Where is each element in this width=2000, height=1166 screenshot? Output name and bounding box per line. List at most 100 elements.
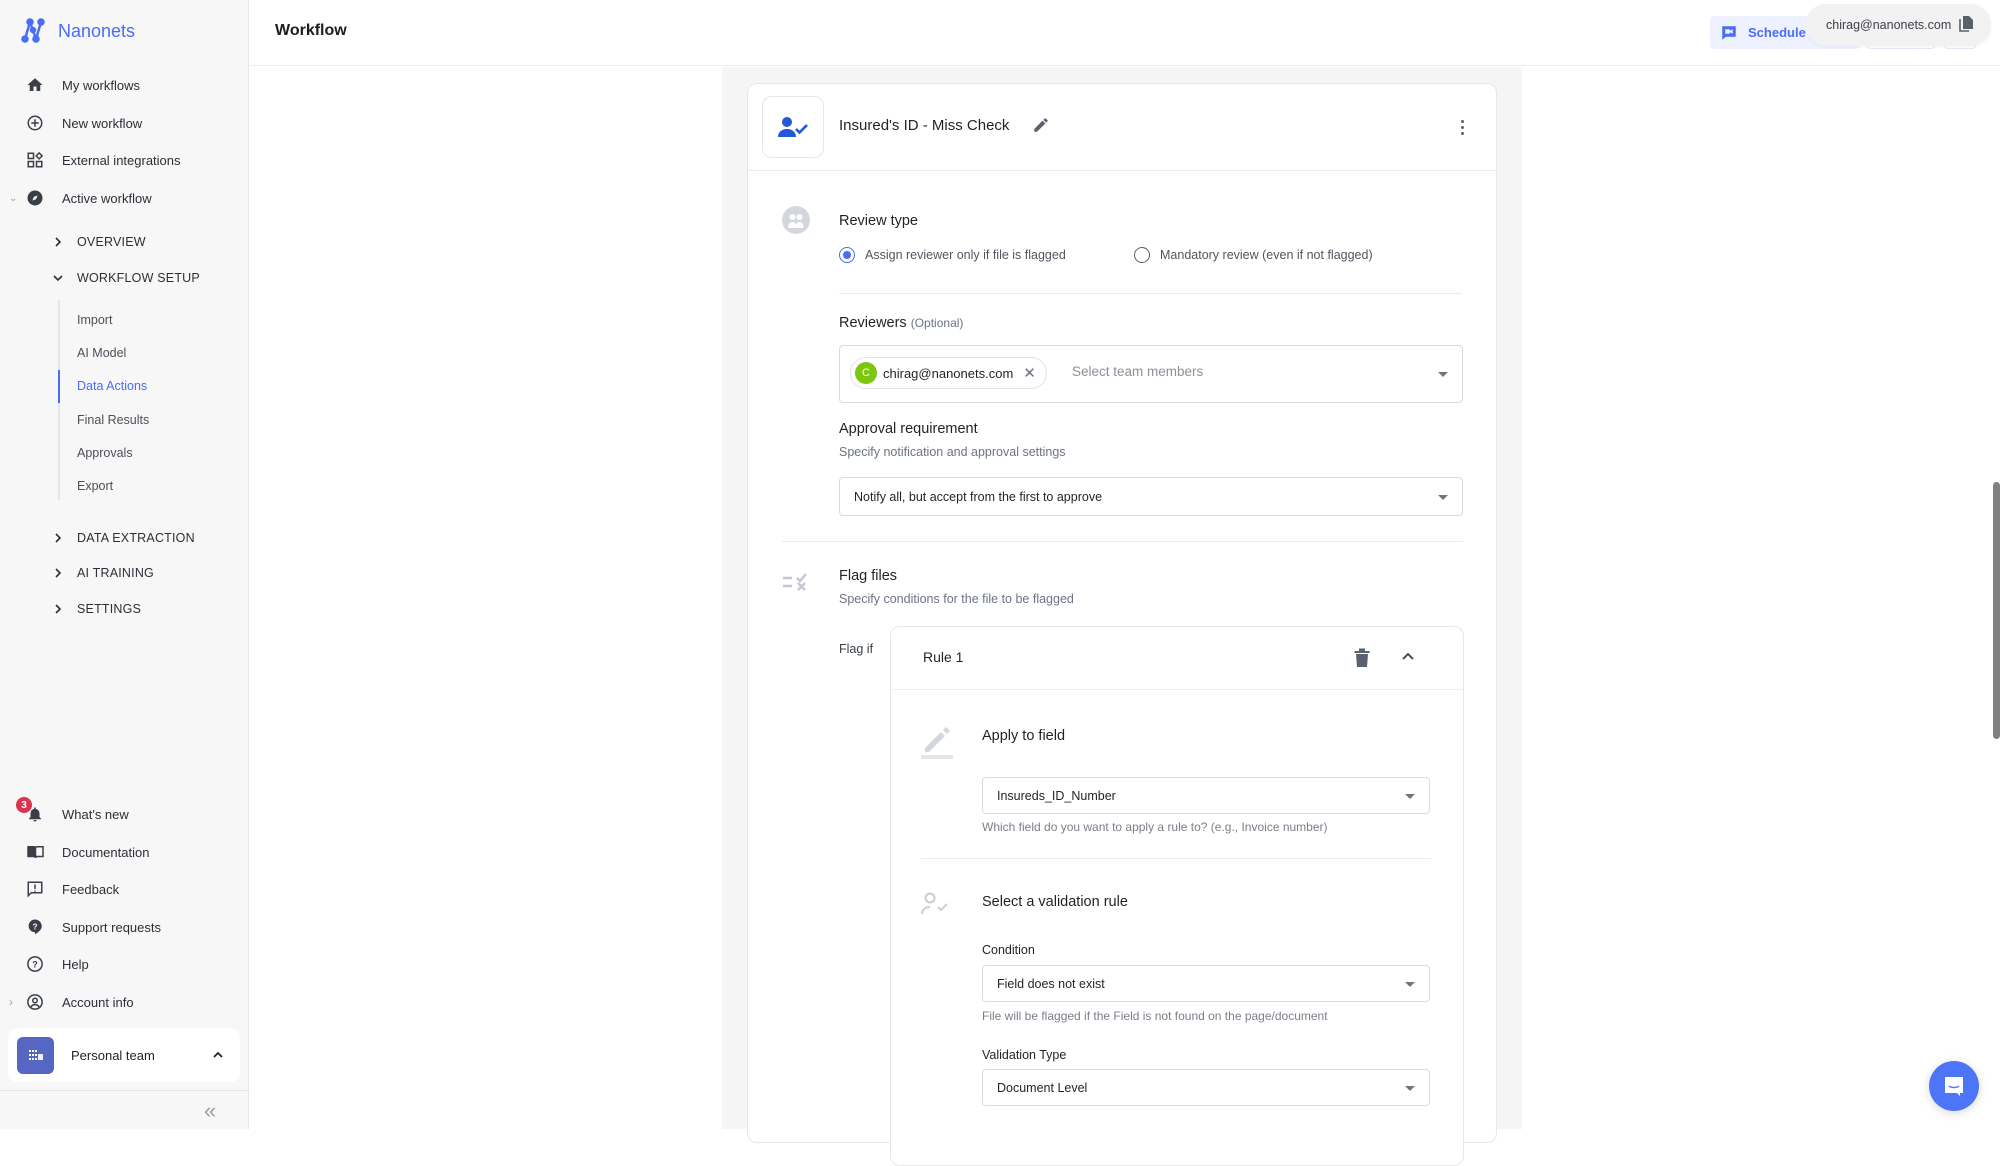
condition-hint: File will be flagged if the Field is not… bbox=[982, 1009, 1328, 1023]
sidebar-subitem-approvals[interactable]: Approvals bbox=[77, 446, 133, 460]
card-header: Insured's ID - Miss Check bbox=[748, 84, 1496, 171]
sidebar-section-overview[interactable]: OVERVIEW bbox=[0, 229, 249, 255]
team-switcher[interactable]: Personal team bbox=[8, 1028, 240, 1082]
sidebar-item-help[interactable]: ? Help bbox=[0, 949, 249, 979]
widgets-icon bbox=[25, 150, 45, 170]
radio-button-unchecked[interactable] bbox=[1134, 247, 1150, 263]
reviewer-email: chirag@nanonets.com bbox=[883, 365, 1014, 381]
dropdown-arrow-icon bbox=[1405, 1085, 1415, 1091]
radio-button-checked[interactable] bbox=[839, 247, 855, 263]
top-header: Workflow Schedule a chirag@nanonets.com bbox=[250, 0, 2000, 66]
sidebar-item-whats-new[interactable]: What's new bbox=[0, 799, 249, 829]
section-divider bbox=[839, 293, 1462, 294]
validation-type-label: Validation Type bbox=[982, 1048, 1067, 1062]
chat-icon bbox=[1945, 1077, 1963, 1096]
chevron-up-icon bbox=[213, 1051, 223, 1058]
sidebar-section-settings[interactable]: SETTINGS bbox=[0, 596, 249, 622]
sidebar-section-workflow-setup[interactable]: WORKFLOW SETUP bbox=[0, 265, 249, 291]
sidebar: Nanonets My workflows New workflow Exter… bbox=[0, 0, 249, 1129]
sidebar-subitem-final-results[interactable]: Final Results bbox=[77, 413, 149, 427]
copy-icon[interactable] bbox=[1959, 16, 1973, 32]
sidebar-item-support-requests[interactable]: ? Support requests bbox=[0, 912, 249, 942]
sidebar-subitem-data-actions[interactable]: Data Actions bbox=[77, 379, 147, 393]
more-options-icon[interactable] bbox=[1454, 115, 1470, 139]
notification-badge: 3 bbox=[16, 797, 32, 813]
apply-field-select[interactable]: Insureds_ID_Number bbox=[982, 777, 1430, 814]
chevron-right-icon bbox=[55, 568, 62, 578]
submenu-active-indicator bbox=[58, 370, 60, 403]
chevron-right-icon bbox=[55, 237, 62, 247]
video-call-icon bbox=[1722, 25, 1736, 40]
chat-support-button[interactable] bbox=[1929, 1061, 1979, 1111]
reviewers-placeholder[interactable]: Select team members bbox=[1072, 364, 1203, 379]
sidebar-item-account-info[interactable]: › Account info bbox=[0, 987, 249, 1017]
chevron-up-icon[interactable] bbox=[1401, 649, 1415, 663]
sidebar-item-active-workflow[interactable]: ⌄ Active workflow bbox=[0, 183, 249, 213]
rule-header[interactable]: Rule 1 bbox=[891, 627, 1463, 690]
apply-field-hint: Which field do you want to apply a rule … bbox=[982, 820, 1328, 834]
user-email: chirag@nanonets.com bbox=[1826, 18, 1952, 32]
svg-text:?: ? bbox=[32, 922, 37, 931]
chevron-down-icon: ⌄ bbox=[9, 192, 18, 204]
rule-title: Rule 1 bbox=[923, 649, 964, 665]
email-tooltip: chirag@nanonets.com bbox=[1806, 4, 1991, 46]
account-circle-icon bbox=[25, 992, 45, 1012]
validation-rule-label: Select a validation rule bbox=[982, 894, 1128, 910]
sidebar-section-ai-training[interactable]: AI TRAINING bbox=[0, 560, 249, 586]
sidebar-item-external-integrations[interactable]: External integrations bbox=[0, 145, 249, 175]
validation-type-select[interactable]: Document Level bbox=[982, 1069, 1430, 1106]
trash-icon[interactable] bbox=[1354, 648, 1370, 668]
review-action-card: Insured's ID - Miss Check Review type As… bbox=[747, 83, 1497, 1166]
collapse-sidebar-button[interactable]: « bbox=[204, 1100, 216, 1122]
reviewers-multiselect[interactable]: C chirag@nanonets.com ✕ Select team memb… bbox=[839, 345, 1463, 403]
help-bubble-icon: ? bbox=[25, 917, 45, 937]
pencil-icon[interactable] bbox=[1032, 116, 1050, 134]
sidebar-item-my-workflows[interactable]: My workflows bbox=[0, 70, 249, 100]
sidebar-subitem-ai-model[interactable]: AI Model bbox=[77, 346, 126, 360]
page-title: Workflow bbox=[275, 22, 347, 39]
sidebar-subitem-import[interactable]: Import bbox=[77, 313, 112, 327]
sidebar-item-feedback[interactable]: Feedback bbox=[0, 874, 249, 904]
dropdown-arrow-icon bbox=[1405, 793, 1415, 799]
section-divider bbox=[782, 541, 1463, 542]
approval-requirement-label: Approval requirement bbox=[839, 421, 978, 437]
condition-select[interactable]: Field does not exist bbox=[982, 965, 1430, 1002]
help-circle-icon: ? bbox=[25, 954, 45, 974]
book-icon bbox=[25, 842, 45, 862]
sidebar-divider bbox=[0, 1090, 249, 1091]
card-title: Insured's ID - Miss Check bbox=[839, 117, 1010, 134]
group-review-icon bbox=[782, 206, 810, 234]
person-check-icon bbox=[778, 117, 808, 137]
avatar: C bbox=[855, 362, 877, 384]
radio-assign-if-flagged[interactable]: Assign reviewer only if file is flagged bbox=[839, 247, 1066, 263]
approval-select[interactable]: Notify all, but accept from the first to… bbox=[839, 477, 1463, 516]
radio-mandatory-review[interactable]: Mandatory review (even if not flagged) bbox=[1134, 247, 1373, 263]
sidebar-subitem-export[interactable]: Export bbox=[77, 479, 113, 493]
dropdown-arrow-icon bbox=[1405, 981, 1415, 987]
optional-tag: (Optional) bbox=[910, 316, 964, 330]
brand-name: Nanonets bbox=[58, 20, 136, 41]
flag-if-label: Flag if bbox=[839, 642, 874, 656]
chevron-right-icon bbox=[55, 604, 62, 614]
plus-circle-icon bbox=[25, 113, 45, 133]
rule-card: Rule 1 Apply to field Insureds_ID_Number… bbox=[890, 626, 1464, 1166]
person-check-outline-icon bbox=[921, 892, 948, 915]
feedback-icon bbox=[25, 879, 45, 899]
remove-reviewer-icon[interactable]: ✕ bbox=[1023, 364, 1036, 382]
svg-text:?: ? bbox=[32, 959, 38, 969]
review-type-label: Review type bbox=[839, 213, 918, 229]
rule-check-icon bbox=[783, 573, 807, 591]
scrollbar-thumb[interactable] bbox=[1993, 482, 2000, 739]
flag-files-sub: Specify conditions for the file to be fl… bbox=[839, 592, 1074, 606]
sidebar-item-documentation[interactable]: Documentation bbox=[0, 837, 249, 867]
brand-logo[interactable]: Nanonets bbox=[20, 18, 135, 44]
building-icon bbox=[17, 1036, 54, 1074]
compass-icon bbox=[25, 188, 45, 208]
sidebar-item-new-workflow[interactable]: New workflow bbox=[0, 108, 249, 138]
flag-files-label: Flag files bbox=[839, 568, 898, 584]
card-icon-box bbox=[762, 96, 824, 158]
chevron-down-icon bbox=[53, 275, 63, 282]
team-name: Personal team bbox=[71, 1047, 155, 1063]
sidebar-section-data-extraction[interactable]: DATA EXTRACTION bbox=[0, 525, 249, 551]
chevron-right-icon: › bbox=[9, 995, 13, 1009]
